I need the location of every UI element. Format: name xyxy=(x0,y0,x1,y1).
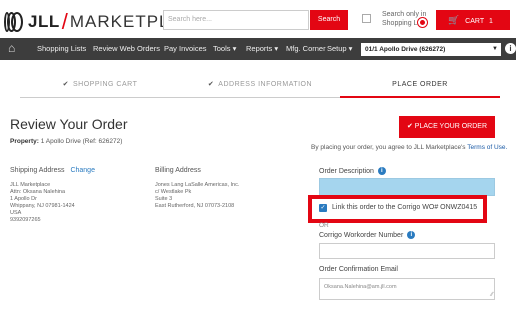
logo-mark-icon xyxy=(4,12,26,32)
link-corrigo-checkbox[interactable]: ✓ xyxy=(319,204,327,212)
check-icon: ✔ xyxy=(207,81,215,88)
active-step-indicator xyxy=(340,96,500,98)
cart-label: CART xyxy=(465,18,484,25)
annotation-dot-icon xyxy=(418,18,427,27)
workorder-label: Corrigo Workorder Number i xyxy=(319,231,416,239)
address-line: Suite 3 xyxy=(155,196,173,202)
nav-reports[interactable]: Reports ▾ xyxy=(246,44,278,53)
address-line: Whippany, NJ 07981-1424 xyxy=(10,203,75,209)
address-line: Attn: Oksana Nalehina xyxy=(10,189,66,195)
location-select[interactable]: 01/1 Apollo Drive (626272) ▼ xyxy=(361,43,501,56)
email-value: Oksana.Nalehina@am.jll.com xyxy=(324,284,397,290)
nav-pay-invoices[interactable]: Pay Invoices xyxy=(164,44,207,53)
agree-text: By placing your order, you agree to JLL … xyxy=(311,144,466,151)
step-label: ADDRESS INFORMATION xyxy=(218,81,313,88)
search-input[interactable]: Search here... xyxy=(163,10,309,30)
resize-handle-icon[interactable]: ∕∕ xyxy=(491,292,493,298)
link-corrigo-label: Link this order to the Corrigo WO# ONWZ0… xyxy=(332,204,478,211)
logo-slash: / xyxy=(61,9,68,34)
top-header: JLL / MARKETPLACE Search here... Search … xyxy=(0,0,516,45)
cart-button[interactable]: 🛒 CART 1 items xyxy=(436,10,510,45)
place-order-button[interactable]: ✔ PLACE YOUR ORDER xyxy=(399,116,495,138)
place-order-label: PLACE YOUR ORDER xyxy=(414,123,488,130)
address-line: c/ Westlake Pk xyxy=(155,189,192,195)
address-line: 9392097265 xyxy=(10,217,41,223)
check-icon: ✔ xyxy=(406,123,415,130)
terms-agreement: By placing your order, you agree to JLL … xyxy=(311,144,507,151)
shipping-address: JLL Marketplace Attn: Oksana Nalehina 1 … xyxy=(10,182,75,224)
search-shopping-lists-checkbox[interactable] xyxy=(362,14,371,23)
step-label: PLACE ORDER xyxy=(392,81,448,88)
address-line: 1 Apollo Dr xyxy=(10,196,37,202)
address-line: East Rutherford, NJ 07073-2108 xyxy=(155,203,235,209)
nav-mfg-corner[interactable]: Mfg. Corner xyxy=(286,44,326,53)
search-button[interactable]: Search xyxy=(310,10,348,30)
shipping-address-heading: Shipping Address Change xyxy=(10,167,95,174)
home-icon[interactable]: ⌂ xyxy=(8,41,22,55)
nav-shopping-lists[interactable]: Shopping Lists xyxy=(37,44,86,53)
address-line: USA xyxy=(10,210,22,216)
confirmation-email-label: Order Confirmation Email xyxy=(319,266,398,273)
confirmation-email-textarea[interactable]: Oksana.Nalehina@am.jll.com ∕∕ xyxy=(319,278,495,300)
workorder-text: Corrigo Workorder Number xyxy=(319,231,404,239)
step-shopping-cart[interactable]: ✔ SHOPPING CART xyxy=(20,73,180,97)
nav-setup[interactable]: Setup ▾ xyxy=(327,44,352,53)
logo-brand: JLL xyxy=(28,12,60,31)
address-line: JLL Marketplace xyxy=(10,182,51,188)
property-value: 1 Apollo Drive (Ref: 626272) xyxy=(40,138,123,145)
or-divider: OR xyxy=(319,222,329,229)
shipping-heading-label: Shipping Address xyxy=(10,167,65,174)
order-description-text: Order Description xyxy=(319,167,374,175)
order-description-input[interactable] xyxy=(319,178,495,196)
checkout-steps: ✔ SHOPPING CART ✔ ADDRESS INFORMATION PLAC… xyxy=(0,73,516,98)
step-place-order: PLACE ORDER xyxy=(340,73,500,97)
billing-address: Jones Lang LaSalle Americas, Inc. c/ Wes… xyxy=(155,182,239,210)
main-nav: ⌂ Shopping Lists Review Web Orders Pay I… xyxy=(0,38,516,60)
info-icon[interactable]: i xyxy=(407,231,416,239)
step-address-information[interactable]: ✔ ADDRESS INFORMATION xyxy=(180,73,340,97)
info-icon[interactable]: i xyxy=(505,43,516,54)
property-info: Property: 1 Apollo Drive (Ref: 626272) xyxy=(10,138,122,145)
property-label: Property: xyxy=(10,138,39,145)
nav-review-web-orders[interactable]: Review Web Orders xyxy=(93,44,160,53)
location-value: 01/1 Apollo Drive (626272) xyxy=(365,46,446,53)
cart-icon: 🛒 xyxy=(448,15,460,25)
chevron-down-icon: ▼ xyxy=(492,46,498,52)
page-title: Review Your Order xyxy=(10,116,128,132)
order-description-label: Order Description i xyxy=(319,167,386,175)
info-icon[interactable]: i xyxy=(377,167,386,175)
terms-of-use-link[interactable]: Terms of Use. xyxy=(467,144,507,151)
check-icon: ✔ xyxy=(62,81,70,88)
nav-tools[interactable]: Tools ▾ xyxy=(213,44,236,53)
change-shipping-link[interactable]: Change xyxy=(70,167,95,174)
billing-address-heading: Billing Address xyxy=(155,167,201,174)
address-line: Jones Lang LaSalle Americas, Inc. xyxy=(155,182,240,188)
step-label: SHOPPING CART xyxy=(73,81,138,88)
workorder-number-input[interactable] xyxy=(319,243,495,259)
